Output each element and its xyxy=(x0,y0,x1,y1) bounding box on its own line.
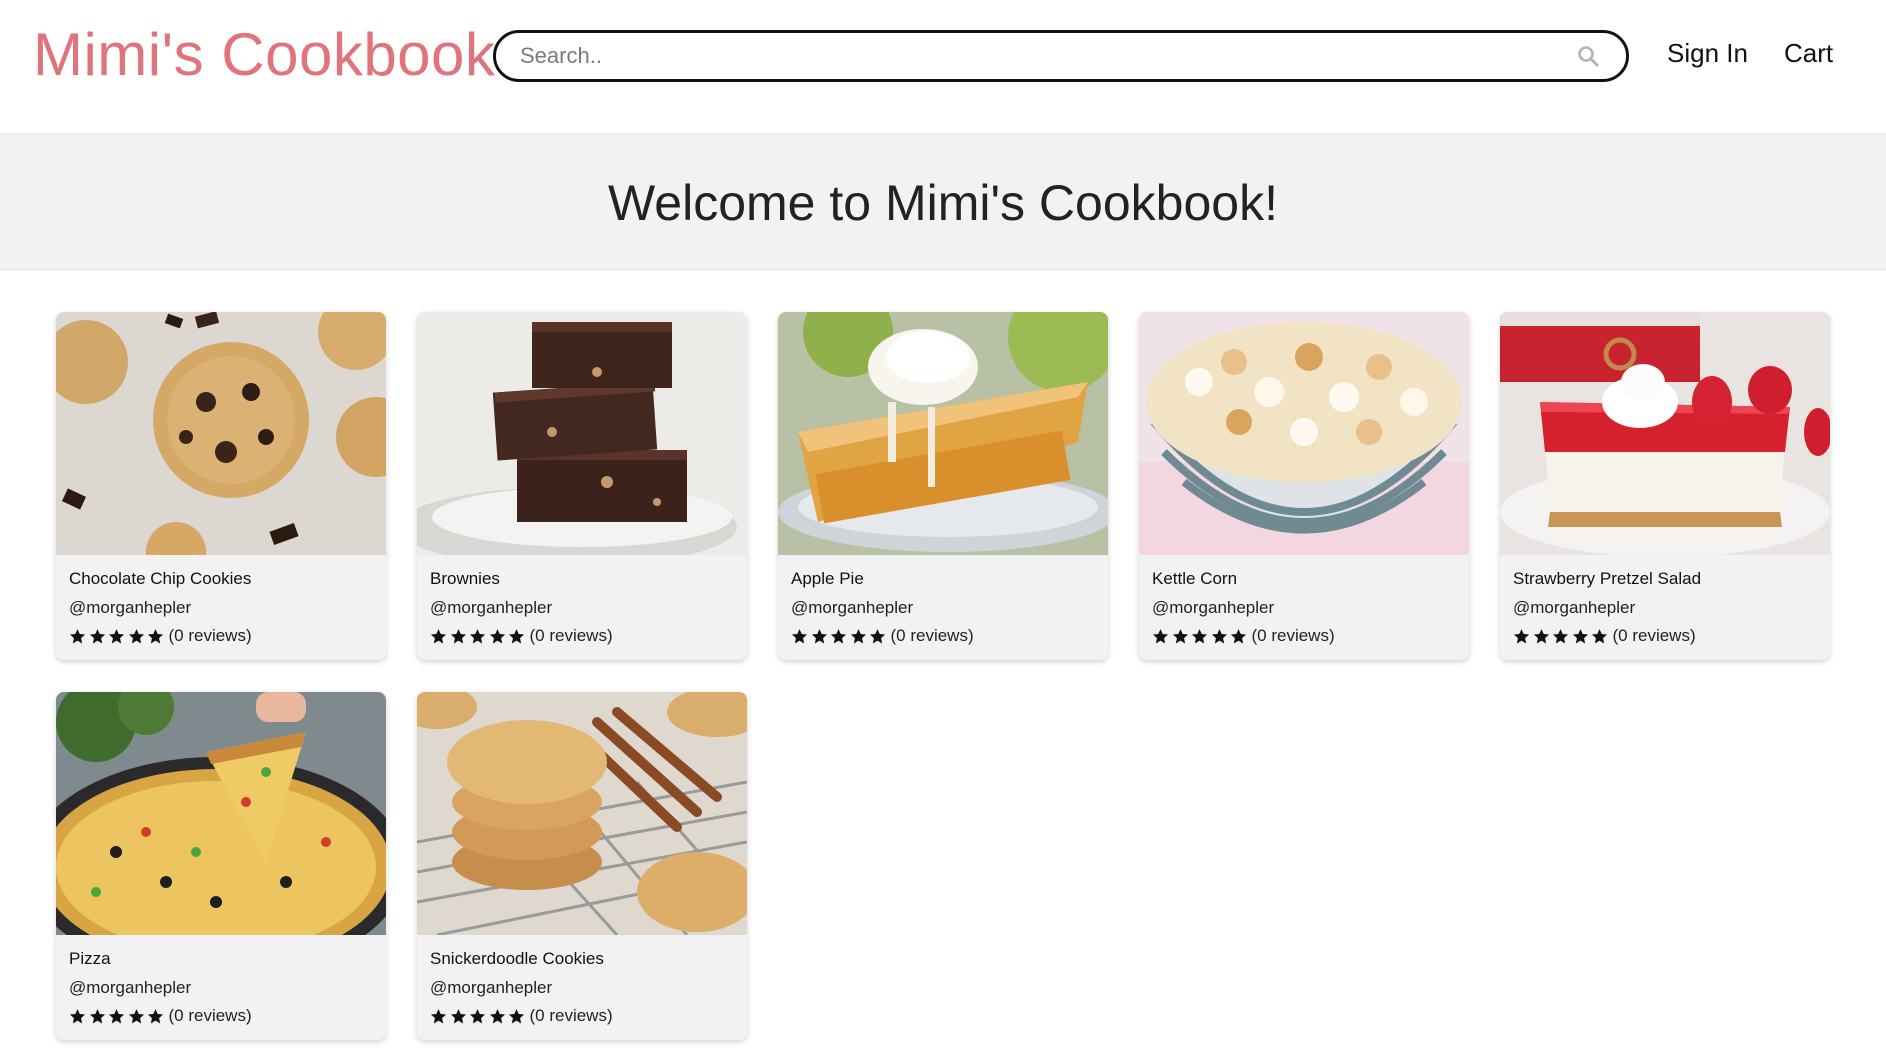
recipe-title[interactable]: Pizza xyxy=(69,948,111,970)
star-icon xyxy=(469,1008,486,1023)
cart-link[interactable]: Cart xyxy=(1784,37,1833,69)
star-icon xyxy=(450,628,466,643)
star-icon xyxy=(1552,628,1569,643)
chocolate-chip-cookies-photo[interactable] xyxy=(56,312,386,555)
star-rating xyxy=(69,1008,167,1025)
star-icon xyxy=(508,1008,525,1023)
sign-in-link[interactable]: Sign In xyxy=(1667,37,1748,69)
recipe-card[interactable]: Brownies @morganhepler (0 reviews) xyxy=(417,312,747,660)
star-rating xyxy=(1152,628,1250,645)
star-icon xyxy=(489,1008,505,1023)
star-icon xyxy=(147,628,164,643)
recipe-rating: (0 reviews) xyxy=(1513,625,1696,647)
star-icon xyxy=(1591,628,1608,643)
recipe-title[interactable]: Snickerdoodle Cookies xyxy=(430,948,604,970)
star-icon xyxy=(850,628,866,643)
star-icon xyxy=(69,1008,86,1023)
welcome-heading: Welcome to Mimi's Cookbook! xyxy=(608,175,1278,231)
brownies-photo[interactable] xyxy=(417,312,747,555)
recipe-title[interactable]: Apple Pie xyxy=(791,568,864,590)
star-icon xyxy=(108,628,125,643)
star-icon xyxy=(1533,628,1549,643)
review-count: (0 reviews) xyxy=(529,626,613,645)
recipe-card[interactable]: Pizza @morganhepler (0 reviews) xyxy=(56,692,386,1040)
recipe-title[interactable]: Brownies xyxy=(430,568,500,590)
recipe-rating: (0 reviews) xyxy=(791,625,974,647)
star-icon xyxy=(489,628,505,643)
recipe-author[interactable]: @morganhepler xyxy=(1152,597,1274,619)
star-icon xyxy=(1513,628,1530,643)
recipe-rating: (0 reviews) xyxy=(430,1005,613,1027)
recipe-author[interactable]: @morganhepler xyxy=(69,977,191,999)
recipe-card[interactable]: Chocolate Chip Cookies @morganhepler (0 … xyxy=(56,312,386,660)
star-icon xyxy=(1172,628,1188,643)
search-bar[interactable] xyxy=(493,30,1629,82)
star-icon xyxy=(791,628,808,643)
star-icon xyxy=(69,628,86,643)
recipe-author[interactable]: @morganhepler xyxy=(430,977,552,999)
recipe-title[interactable]: Kettle Corn xyxy=(1152,568,1237,590)
pizza-photo[interactable] xyxy=(56,692,386,935)
recipe-rating: (0 reviews) xyxy=(69,625,252,647)
recipe-card[interactable]: Strawberry Pretzel Salad @morganhepler (… xyxy=(1500,312,1830,660)
star-icon xyxy=(869,628,886,643)
star-rating xyxy=(430,628,528,645)
recipe-author[interactable]: @morganhepler xyxy=(1513,597,1635,619)
star-rating xyxy=(791,628,889,645)
recipe-card[interactable]: Apple Pie @morganhepler (0 reviews) xyxy=(778,312,1108,660)
recipe-author[interactable]: @morganhepler xyxy=(791,597,913,619)
star-icon xyxy=(430,1008,447,1023)
star-icon xyxy=(1152,628,1169,643)
search-icon[interactable] xyxy=(1576,44,1600,68)
star-icon xyxy=(1572,628,1588,643)
recipe-card[interactable]: Kettle Corn @morganhepler (0 reviews) xyxy=(1139,312,1469,660)
site-header: Mimi's Cookbook Sign In Cart xyxy=(0,0,1886,133)
review-count: (0 reviews) xyxy=(890,626,974,645)
review-count: (0 reviews) xyxy=(168,1006,252,1025)
apple-pie-photo[interactable] xyxy=(778,312,1108,555)
star-icon xyxy=(1191,628,1208,643)
recipe-rating: (0 reviews) xyxy=(1152,625,1335,647)
star-icon xyxy=(830,628,847,643)
recipe-author[interactable]: @morganhepler xyxy=(430,597,552,619)
star-icon xyxy=(89,1008,105,1023)
star-icon xyxy=(811,628,827,643)
kettle-corn-photo[interactable] xyxy=(1139,312,1469,555)
snickerdoodle-cookies-photo[interactable] xyxy=(417,692,747,935)
star-icon xyxy=(1211,628,1227,643)
recipe-title[interactable]: Strawberry Pretzel Salad xyxy=(1513,568,1701,590)
recipe-title[interactable]: Chocolate Chip Cookies xyxy=(69,568,251,590)
star-icon xyxy=(89,628,105,643)
site-logo-title[interactable]: Mimi's Cookbook xyxy=(33,18,495,92)
star-icon xyxy=(469,628,486,643)
star-icon xyxy=(430,628,447,643)
star-icon xyxy=(128,1008,144,1023)
review-count: (0 reviews) xyxy=(529,1006,613,1025)
star-icon xyxy=(450,1008,466,1023)
star-icon xyxy=(1230,628,1247,643)
welcome-banner: Welcome to Mimi's Cookbook! xyxy=(0,133,1886,270)
star-rating xyxy=(1513,628,1611,645)
star-icon xyxy=(128,628,144,643)
review-count: (0 reviews) xyxy=(168,626,252,645)
star-icon xyxy=(508,628,525,643)
star-icon xyxy=(147,1008,164,1023)
star-rating xyxy=(430,1008,528,1025)
recipe-author[interactable]: @morganhepler xyxy=(69,597,191,619)
recipe-card[interactable]: Snickerdoodle Cookies @morganhepler (0 r… xyxy=(417,692,747,1040)
strawberry-pretzel-salad-photo[interactable] xyxy=(1500,312,1830,555)
search-input[interactable] xyxy=(520,33,1540,79)
star-rating xyxy=(69,628,167,645)
recipe-rating: (0 reviews) xyxy=(430,625,613,647)
recipe-rating: (0 reviews) xyxy=(69,1005,252,1027)
review-count: (0 reviews) xyxy=(1251,626,1335,645)
review-count: (0 reviews) xyxy=(1612,626,1696,645)
star-icon xyxy=(108,1008,125,1023)
